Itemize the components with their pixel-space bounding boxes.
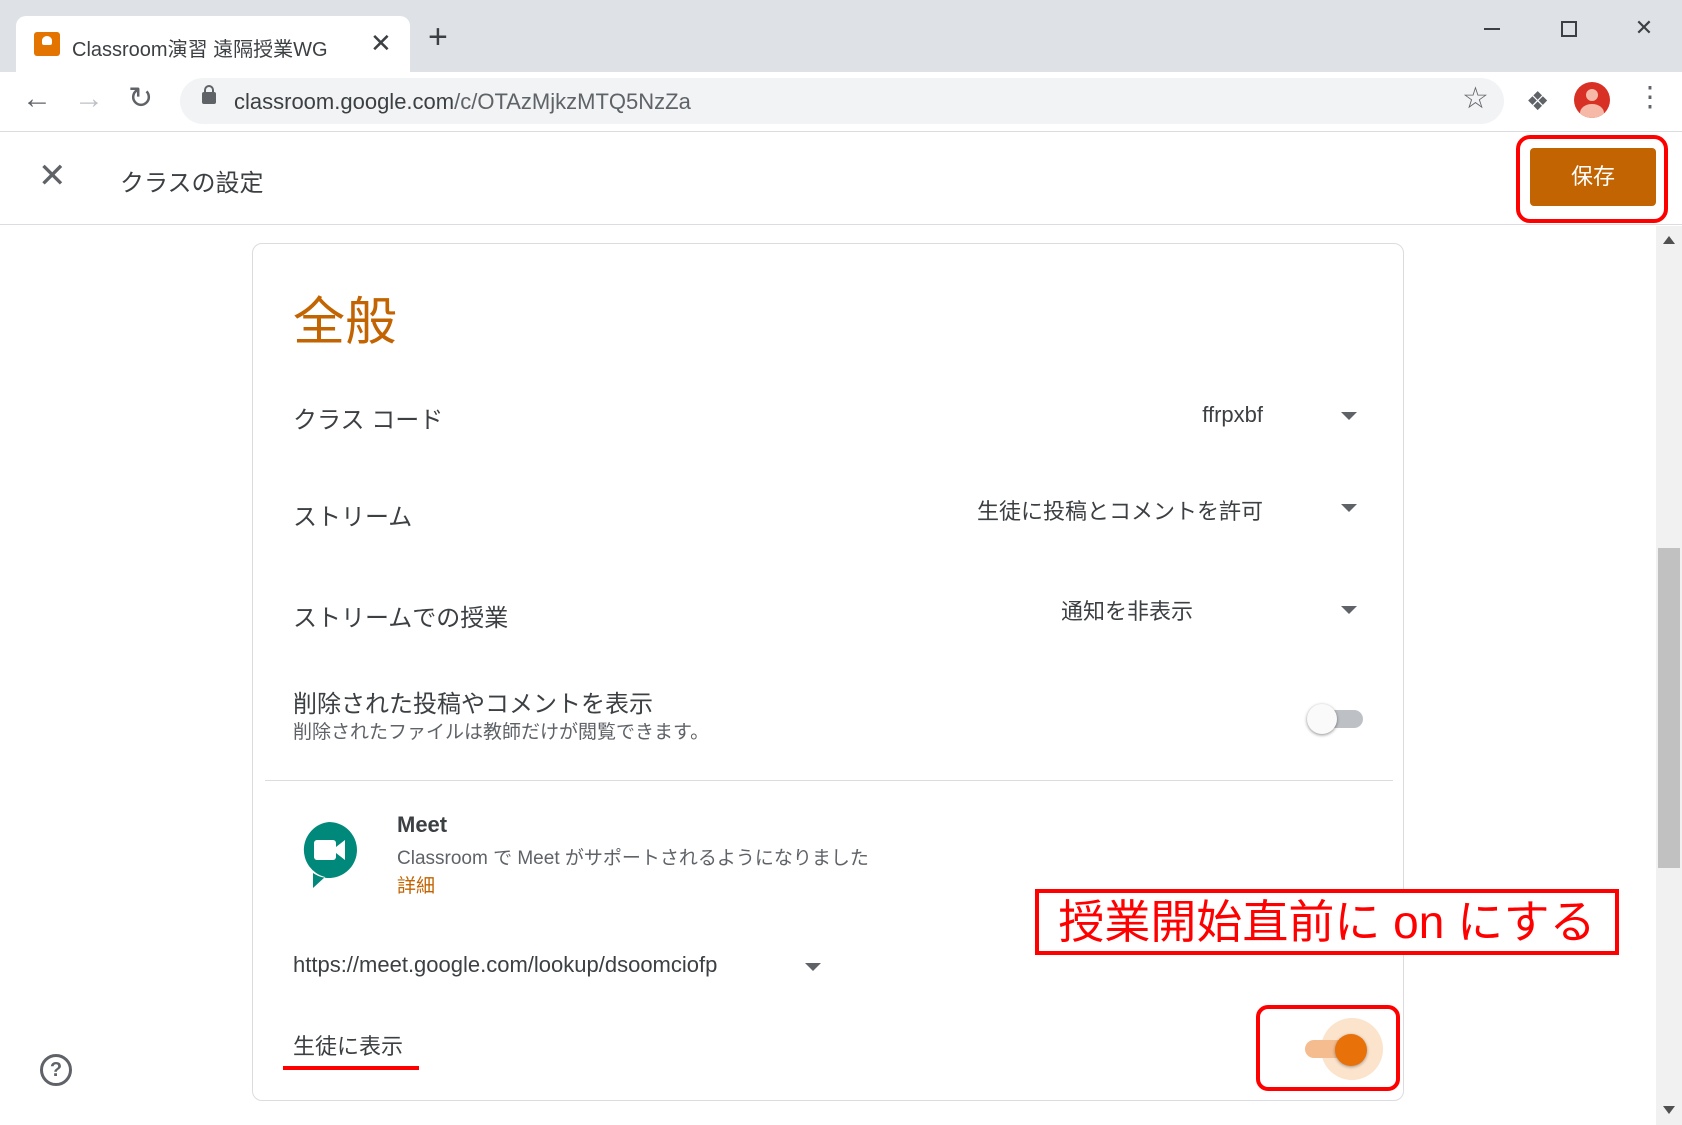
- stream-permission-select[interactable]: 生徒に投稿とコメントを許可: [853, 494, 1263, 526]
- section-divider: [265, 780, 1393, 781]
- reload-icon[interactable]: ↻: [128, 84, 153, 114]
- stream-label: ストリーム: [293, 504, 413, 531]
- browser-toolbar: ← → ↻ classroom.google.com/c/OTAzMjkzMTQ…: [0, 72, 1682, 132]
- general-settings-card: 全般 クラス コード ffrpxbf ストリーム 生徒に投稿とコメントを許可 ス…: [252, 243, 1404, 1101]
- close-window-button[interactable]: ✕: [1619, 10, 1669, 46]
- scroll-up-arrow-icon[interactable]: [1663, 236, 1675, 244]
- page-scrollbar[interactable]: [1656, 226, 1682, 1125]
- url-text[interactable]: classroom.google.com/c/OTAzMjkzMTQ5NzZa: [234, 89, 691, 115]
- meet-description: Classroom で Meet がサポートされるようになりました: [397, 848, 869, 869]
- annotation-callout: 授業開始直前に on にする: [1035, 889, 1619, 955]
- tab-close-icon[interactable]: ✕: [370, 28, 392, 58]
- tab-title: Classroom演習 遠隔授業WG: [72, 39, 328, 61]
- scroll-thumb[interactable]: [1658, 548, 1680, 868]
- visible-to-students-label: 生徒に表示: [293, 1034, 404, 1059]
- address-bar[interactable]: classroom.google.com/c/OTAzMjkzMTQ5NzZa …: [180, 78, 1504, 124]
- close-icon[interactable]: ✕: [38, 159, 67, 193]
- profile-avatar[interactable]: [1574, 82, 1610, 118]
- forward-arrow-icon[interactable]: →: [74, 84, 104, 114]
- visible-to-students-toggle[interactable]: [1297, 1018, 1387, 1080]
- meet-details-link[interactable]: 詳細: [397, 871, 435, 898]
- classroom-favicon-icon: [34, 32, 60, 56]
- classwork-on-stream-select[interactable]: 通知を非表示: [953, 594, 1193, 626]
- meet-link-select[interactable]: https://meet.google.com/lookup/dsoomciof…: [293, 952, 717, 978]
- classwork-dropdown-icon[interactable]: [1341, 606, 1357, 614]
- minimize-window-button[interactable]: [1467, 10, 1517, 46]
- classwork-on-stream-label: ストリームでの授業: [293, 605, 509, 632]
- page-title: クラスの設定: [120, 170, 264, 197]
- lock-icon: [202, 85, 216, 104]
- meet-link-dropdown-icon[interactable]: [805, 963, 821, 971]
- class-code-value[interactable]: ffrpxbf: [1113, 402, 1263, 428]
- save-button[interactable]: 保存: [1530, 148, 1656, 206]
- back-arrow-icon[interactable]: ←: [22, 84, 52, 114]
- show-deleted-toggle[interactable]: [1305, 698, 1367, 738]
- red-underline-annotation: [283, 1066, 419, 1070]
- google-meet-icon: [303, 822, 357, 888]
- stream-dropdown-icon[interactable]: [1341, 504, 1357, 512]
- maximize-window-button[interactable]: [1544, 10, 1594, 46]
- show-deleted-label: 削除された投稿やコメントを表示: [293, 691, 653, 718]
- meet-title: Meet: [397, 812, 448, 837]
- bookmark-star-icon[interactable]: ☆: [1462, 84, 1489, 114]
- class-code-label: クラス コード: [293, 407, 444, 434]
- extensions-puzzle-icon[interactable]: ❖: [1526, 86, 1549, 117]
- more-menu-icon[interactable]: ⋮: [1636, 82, 1664, 112]
- section-title: 全般: [293, 294, 398, 352]
- help-icon[interactable]: ?: [40, 1054, 72, 1086]
- browser-tab[interactable]: Classroom演習 遠隔授業WG ✕: [16, 16, 410, 72]
- settings-header: ✕ クラスの設定 保存: [0, 133, 1682, 225]
- show-deleted-sublabel: 削除されたファイルは教師だけが閲覧できます。: [293, 722, 710, 743]
- browser-tab-strip: Classroom演習 遠隔授業WG ✕ + ✕: [0, 0, 1682, 72]
- new-tab-icon[interactable]: +: [428, 20, 448, 54]
- class-code-dropdown-icon[interactable]: [1341, 412, 1357, 420]
- scroll-down-arrow-icon[interactable]: [1663, 1106, 1675, 1114]
